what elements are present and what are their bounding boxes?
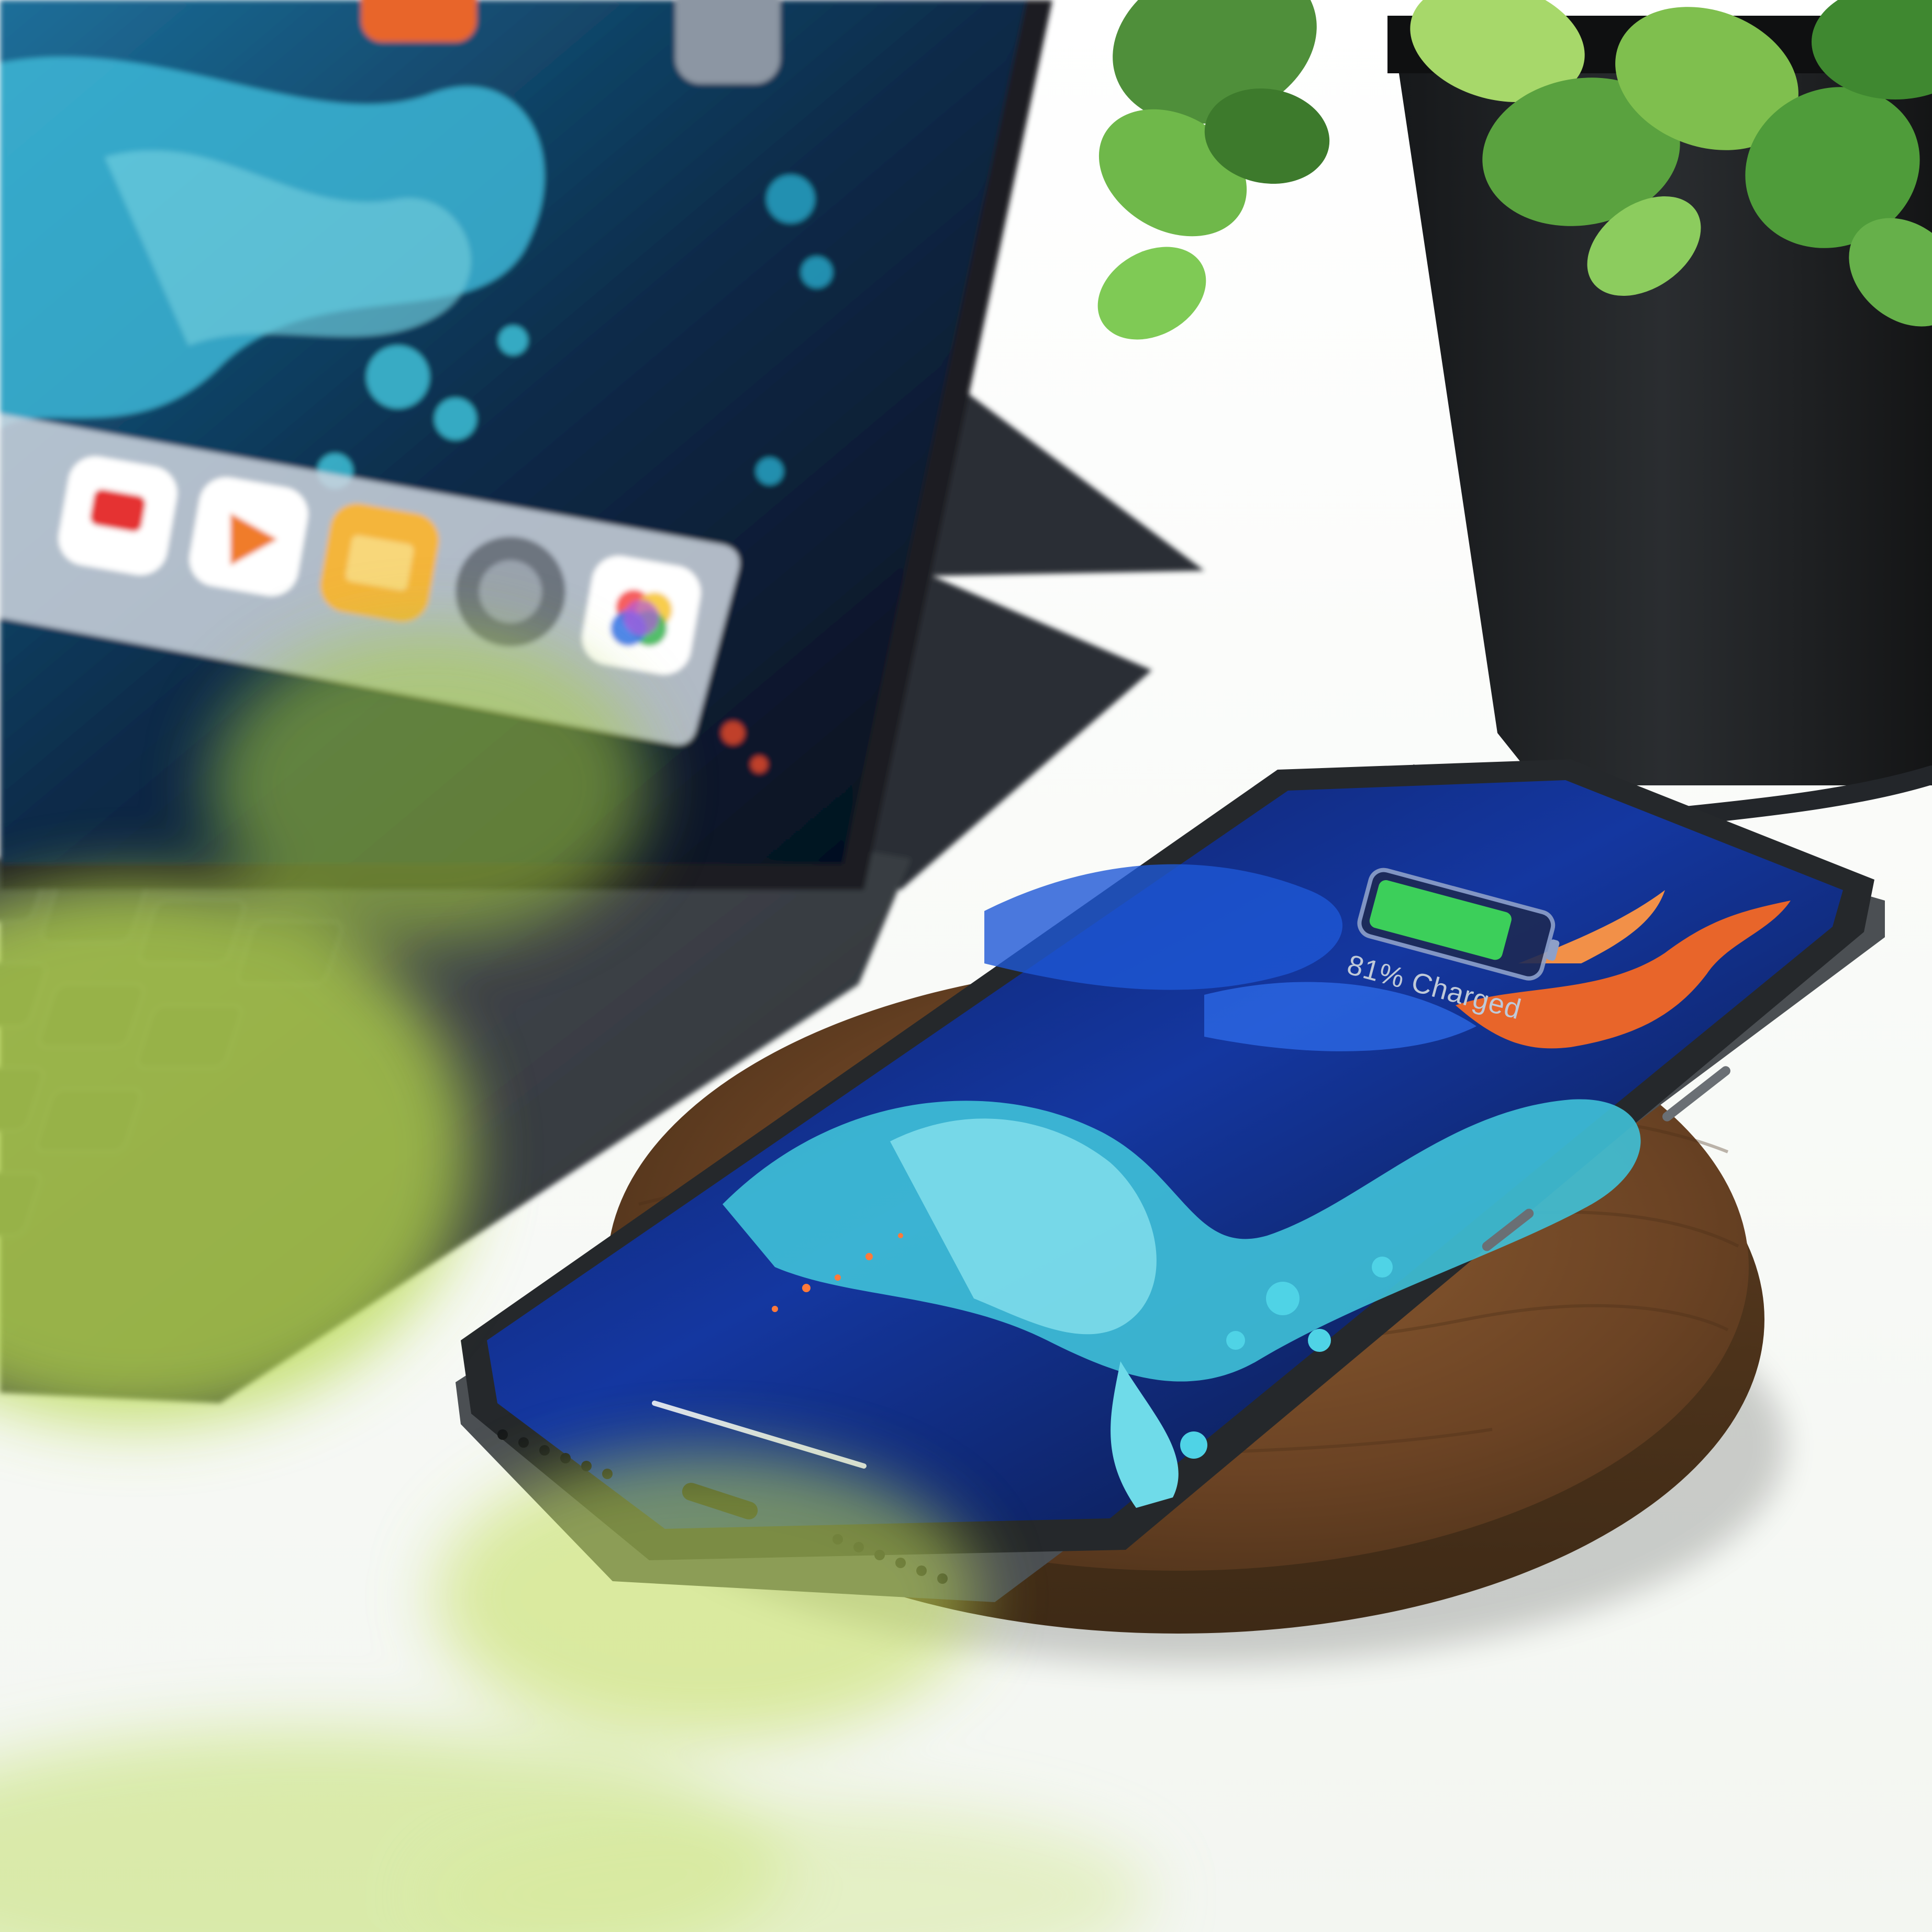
tablet-app-icon-top-gray bbox=[675, 0, 780, 84]
tablet-app-icon-top-orange bbox=[361, 0, 476, 42]
photo-scene: 81% Charged bbox=[0, 0, 1932, 1932]
